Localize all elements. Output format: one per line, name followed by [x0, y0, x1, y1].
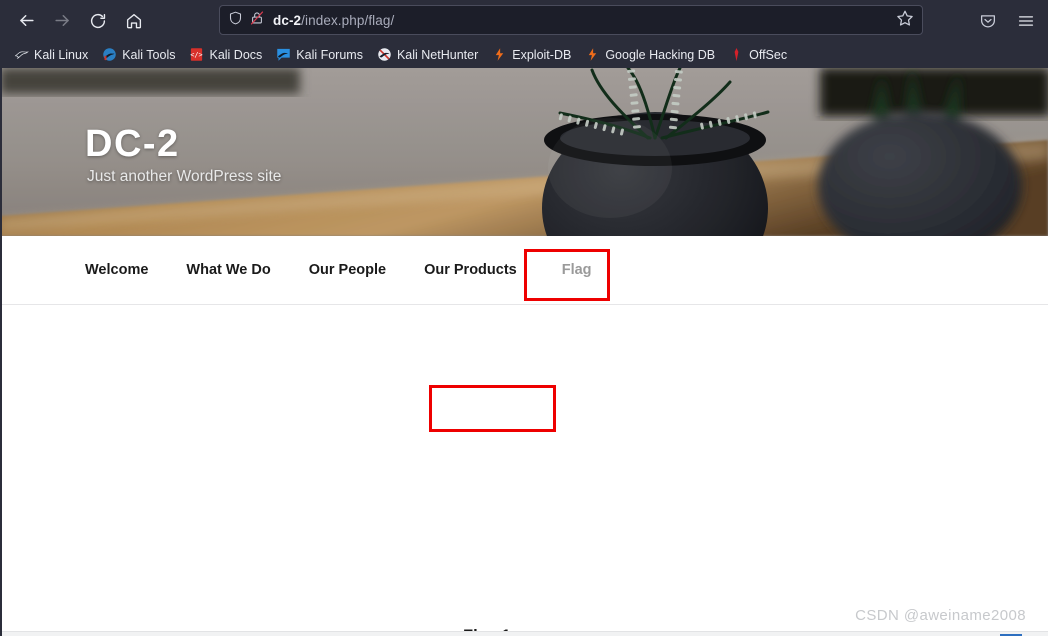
kali-docs-icon: </> — [189, 47, 204, 62]
address-bar[interactable]: dc-2/index.php/flag/ — [219, 5, 923, 35]
nav-item-flag[interactable]: Flag — [536, 263, 618, 278]
bookmark-exploit-db[interactable]: Exploit-DB — [486, 45, 577, 64]
bookmark-label: Google Hacking DB — [605, 47, 716, 62]
window-left-border — [0, 68, 2, 636]
kali-forums-icon — [276, 47, 291, 62]
bookmarks-bar: Kali Linux Kali Tools </> Kali Docs Kali… — [0, 41, 1048, 68]
google-hacking-db-icon — [585, 47, 600, 62]
kali-nethunter-icon — [377, 47, 392, 62]
site-navigation-bar: Welcome What We Do Our People Our Produc… — [0, 236, 1048, 305]
nav-item-our-products[interactable]: Our Products — [405, 263, 536, 278]
watermark-text: CSDN @aweiname2008 — [855, 607, 1026, 624]
bookmark-google-hacking-db[interactable]: Google Hacking DB — [579, 45, 721, 64]
svg-text:</>: </> — [191, 51, 203, 59]
bookmark-kali-forums[interactable]: Kali Forums — [270, 45, 369, 64]
kali-dragon-icon — [14, 47, 29, 62]
bookmark-label: OffSec — [749, 47, 788, 62]
back-button[interactable] — [10, 5, 42, 37]
url-host: dc-2 — [273, 12, 302, 28]
address-bar-text: dc-2/index.php/flag/ — [273, 13, 890, 28]
site-header-banner: DC-2 Just another WordPress site — [0, 68, 1048, 236]
nav-item-welcome[interactable]: Welcome — [85, 263, 167, 278]
bookmark-label: Kali Tools — [122, 47, 176, 62]
page-viewport: DC-2 Just another WordPress site Welcome… — [0, 68, 1048, 636]
taskbar-sliver — [0, 631, 1048, 636]
bookmark-label: Kali Linux — [34, 47, 89, 62]
bookmark-label: Kali Forums — [296, 47, 363, 62]
bookmark-kali-linux[interactable]: Kali Linux — [8, 45, 94, 64]
browser-chrome: dc-2/index.php/flag/ Kali Linux Kali Too… — [0, 0, 1048, 68]
pocket-button[interactable] — [972, 5, 1004, 37]
bookmark-label: Kali NetHunter — [396, 47, 479, 62]
site-tagline: Just another WordPress site — [87, 168, 282, 185]
primary-menu: Welcome What We Do Our People Our Produc… — [85, 236, 618, 305]
bookmark-offsec[interactable]: OffSec — [723, 45, 793, 64]
hamburger-menu-button[interactable] — [1010, 5, 1042, 37]
url-path: /index.php/flag/ — [301, 12, 395, 28]
kali-tools-icon — [102, 47, 117, 62]
bookmark-kali-docs[interactable]: </> Kali Docs — [183, 45, 268, 64]
lock-crossed-icon[interactable] — [250, 10, 264, 31]
nav-item-what-we-do[interactable]: What We Do — [167, 263, 289, 278]
reload-button[interactable] — [82, 5, 114, 37]
star-icon[interactable] — [896, 9, 914, 32]
exploit-db-icon — [492, 47, 507, 62]
site-title[interactable]: DC-2 — [85, 125, 180, 163]
navigation-buttons — [0, 5, 150, 37]
forward-button[interactable] — [46, 5, 78, 37]
toolbar-right-buttons — [972, 0, 1042, 41]
bookmark-label: Kali Docs — [209, 47, 263, 62]
browser-toolbar: dc-2/index.php/flag/ — [0, 0, 1048, 41]
browser-window: dc-2/index.php/flag/ Kali Linux Kali Too… — [0, 0, 1048, 636]
offsec-icon — [729, 47, 744, 62]
shield-icon — [228, 10, 243, 31]
nav-item-our-people[interactable]: Our People — [290, 263, 405, 278]
bookmark-kali-nethunter[interactable]: Kali NetHunter — [371, 45, 484, 64]
bookmark-kali-tools[interactable]: Kali Tools — [96, 45, 181, 64]
home-button[interactable] — [118, 5, 150, 37]
bookmark-label: Exploit-DB — [512, 47, 572, 62]
